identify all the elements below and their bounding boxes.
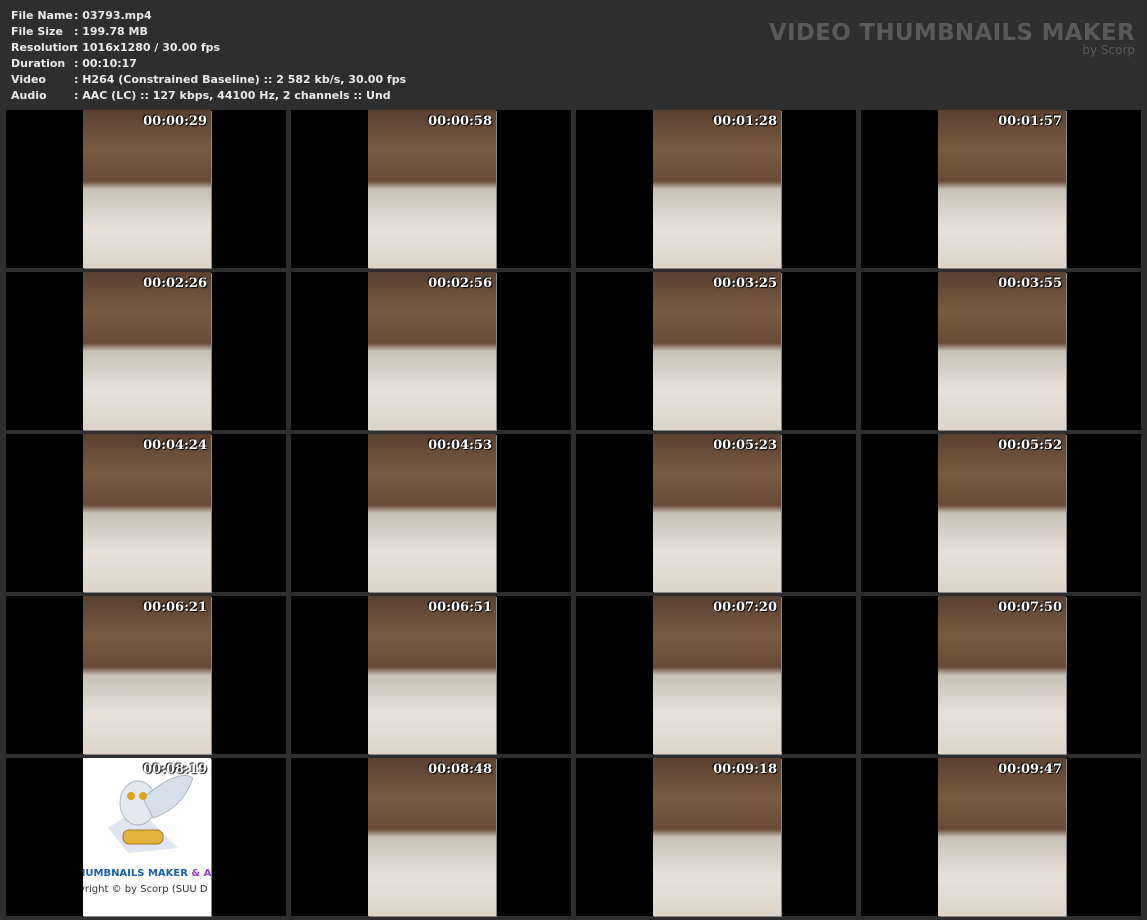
file-info: File Name: 03793.mp4 File Size: 199.78 M… <box>11 8 406 104</box>
timestamp: 00:06:21 <box>143 600 207 615</box>
timestamp: 00:04:24 <box>143 438 207 453</box>
video-frame-thumbnail: 00:09:47 <box>938 758 1066 916</box>
timestamp: 00:03:25 <box>713 276 777 291</box>
timestamp: 00:05:23 <box>713 438 777 453</box>
timestamp: 00:01:57 <box>998 114 1062 129</box>
video-frame-thumbnail: 00:00:58 <box>368 110 496 268</box>
thumbnail-cell: 00:02:26 <box>6 272 286 430</box>
video-frame-thumbnail: 00:04:53 <box>368 434 496 592</box>
thumbnail-cell: HUMBNAILS MAKER & AN yright © by Scorp (S… <box>6 758 286 916</box>
timestamp: 00:00:58 <box>428 114 492 129</box>
timestamp: 00:06:51 <box>428 600 492 615</box>
video-frame-thumbnail: 00:05:23 <box>653 434 781 592</box>
thumbnail-cell: 00:04:53 <box>291 434 571 592</box>
thumbnail-cell: 00:07:50 <box>861 596 1141 754</box>
video-frame-thumbnail: 00:03:55 <box>938 272 1066 430</box>
thumbnail-cell: 00:04:24 <box>6 434 286 592</box>
video-frame-thumbnail: 00:08:48 <box>368 758 496 916</box>
info-file-name: File Name: 03793.mp4 <box>11 9 152 22</box>
thumbnail-cell: 00:09:47 <box>861 758 1141 916</box>
timestamp: 00:05:52 <box>998 438 1062 453</box>
video-frame-thumbnail: 00:01:28 <box>653 110 781 268</box>
thumbnail-cell: 00:08:48 <box>291 758 571 916</box>
thumbnail-cell: 00:03:25 <box>576 272 856 430</box>
thumbnail-cell: 00:00:29 <box>6 110 286 268</box>
logo-thumbnail: HUMBNAILS MAKER & AN yright © by Scorp (S… <box>83 758 211 916</box>
thumbnail-cell: 00:06:21 <box>6 596 286 754</box>
timestamp: 00:01:28 <box>713 114 777 129</box>
timestamp: 00:07:20 <box>713 600 777 615</box>
info-video: Video: H264 (Constrained Baseline) :: 2 … <box>11 73 407 86</box>
timestamp: 00:02:56 <box>428 276 492 291</box>
thumbnail-cell: 00:05:52 <box>861 434 1141 592</box>
timestamp: 00:02:26 <box>143 276 207 291</box>
timestamp: 00:08:19 <box>143 762 207 777</box>
video-frame-thumbnail: 00:02:56 <box>368 272 496 430</box>
logo-text: HUMBNAILS MAKER <box>83 868 188 879</box>
thumbnail-cell: 00:02:56 <box>291 272 571 430</box>
video-frame-thumbnail: 00:01:57 <box>938 110 1066 268</box>
timestamp: 00:08:48 <box>428 762 492 777</box>
video-frame-thumbnail: 00:09:18 <box>653 758 781 916</box>
video-frame-thumbnail: 00:03:25 <box>653 272 781 430</box>
info-duration: Duration: 00:10:17 <box>11 57 137 70</box>
thumbnail-cell: 00:01:57 <box>861 110 1141 268</box>
video-frame-thumbnail: 00:05:52 <box>938 434 1066 592</box>
thumbnail-cell: 00:06:51 <box>291 596 571 754</box>
thumbnail-cell: 00:01:28 <box>576 110 856 268</box>
thumbnail-cell: 00:00:58 <box>291 110 571 268</box>
logo-copyright: yright © by Scorp (SUU D <box>83 884 208 895</box>
thumbnail-cell: 00:05:23 <box>576 434 856 592</box>
video-frame-thumbnail: 00:06:51 <box>368 596 496 754</box>
timestamp: 00:00:29 <box>143 114 207 129</box>
video-frame-thumbnail: 00:02:26 <box>83 272 211 430</box>
info-resolution: Resolution: 1016x1280 / 30.00 fps <box>11 41 221 54</box>
timestamp: 00:04:53 <box>428 438 492 453</box>
info-file-size: File Size: 199.78 MB <box>11 25 148 38</box>
thumbnail-cell: 00:03:55 <box>861 272 1141 430</box>
thumbnail-cell: 00:07:20 <box>576 596 856 754</box>
video-frame-thumbnail: 00:07:20 <box>653 596 781 754</box>
timestamp: 00:09:47 <box>998 762 1062 777</box>
logo-text-b: & AN <box>191 868 211 879</box>
brand-title: VIDEO THUMBNAILS MAKER <box>768 20 1135 46</box>
info-audio: Audio: AAC (LC) :: 127 kbps, 44100 Hz, 2… <box>11 89 391 102</box>
timestamp: 00:07:50 <box>998 600 1062 615</box>
owl-logo-icon <box>108 775 193 853</box>
brand-watermark: VIDEO THUMBNAILS MAKER by Scorp <box>769 20 1135 57</box>
video-frame-thumbnail: 00:00:29 <box>83 110 211 268</box>
thumbnail-cell: 00:09:18 <box>576 758 856 916</box>
video-frame-thumbnail: 00:04:24 <box>83 434 211 592</box>
video-frame-thumbnail: 00:06:21 <box>83 596 211 754</box>
timestamp: 00:03:55 <box>998 276 1062 291</box>
timestamp: 00:09:18 <box>713 762 777 777</box>
video-frame-thumbnail: 00:07:50 <box>938 596 1066 754</box>
